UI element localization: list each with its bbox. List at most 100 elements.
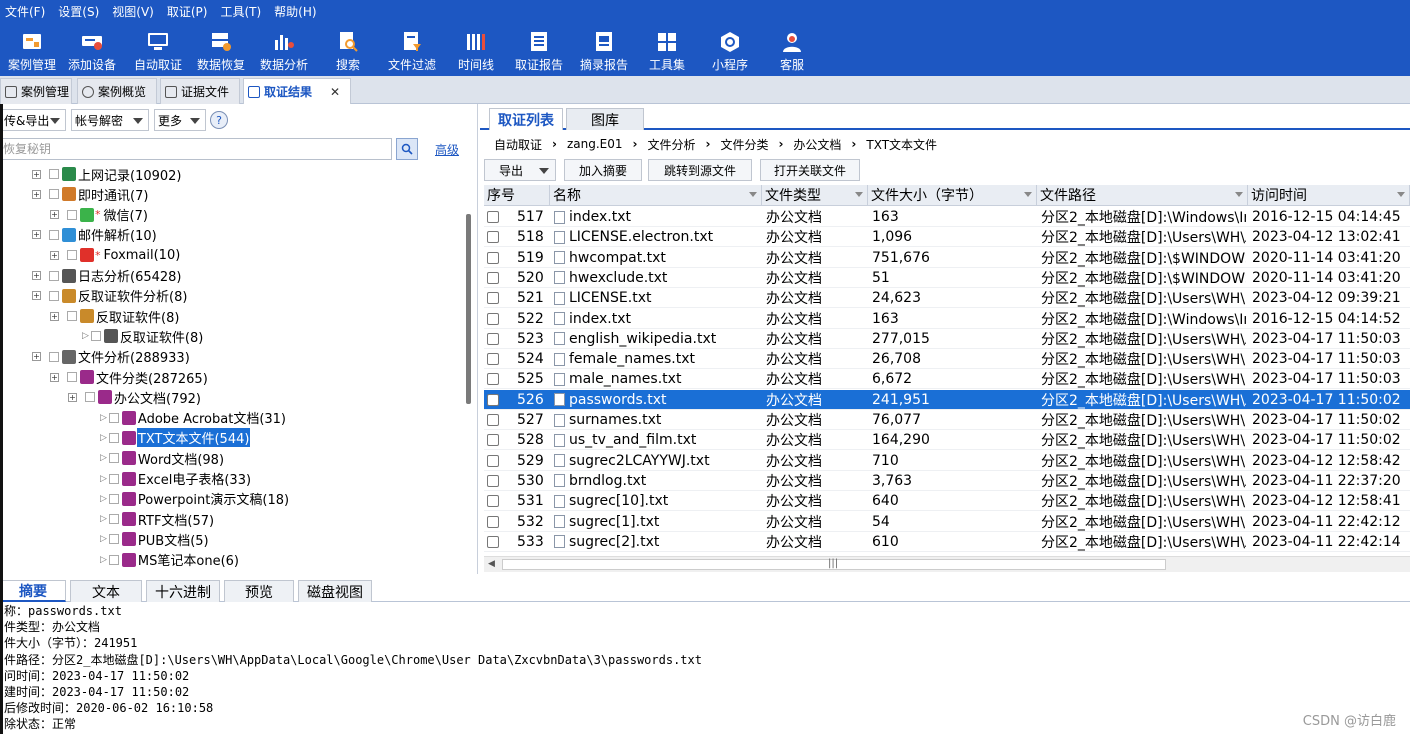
tree-checkbox[interactable] <box>49 270 59 281</box>
expand-icon[interactable]: + <box>32 169 41 179</box>
tree-node[interactable]: + 日志分析(65428) <box>32 266 183 286</box>
row-checkbox[interactable] <box>487 211 499 223</box>
row-checkbox[interactable] <box>487 454 499 467</box>
table-row[interactable]: 523 english_wikipedia.txt 办公文档 277,015 分区2_本… <box>484 329 1410 349</box>
row-checkbox[interactable] <box>487 353 499 366</box>
tree-checkbox[interactable] <box>49 169 59 179</box>
row-checkbox[interactable] <box>487 292 499 305</box>
tab-forensics-list[interactable]: 取证列表 <box>489 108 563 130</box>
tree-search-input[interactable]: 恢复秘钥 <box>0 138 392 160</box>
toolbar-button-mini-program[interactable]: 小程序 <box>698 24 762 76</box>
tab-case-overview[interactable]: 案例概览 <box>77 78 157 104</box>
toolbar-button-search[interactable]: 搜索 <box>316 24 380 76</box>
tree-checkbox[interactable] <box>67 311 77 322</box>
tree-checkbox[interactable] <box>49 229 59 240</box>
toolbar-button-data-recovery[interactable]: 数据恢复 <box>189 24 253 76</box>
detail-tab[interactable]: 文本 <box>70 580 142 602</box>
tree-checkbox[interactable] <box>85 392 95 403</box>
expand-icon[interactable]: + <box>32 352 41 362</box>
menu-view[interactable]: 视图(V) <box>107 0 162 24</box>
row-checkbox[interactable] <box>487 373 499 386</box>
table-row[interactable]: 533 sugrec[2].txt 办公文档 610 分区2_本地磁盘[D]:\User… <box>484 532 1410 552</box>
table-row[interactable]: 524 female_names.txt 办公文档 26,708 分区2_本地磁盘[D]… <box>484 349 1410 370</box>
tree-checkbox[interactable] <box>108 473 119 484</box>
toolbar-button-excerpt-report[interactable]: 摘录报告 <box>572 24 636 76</box>
column-header[interactable]: 文件路径 <box>1037 185 1248 206</box>
expand-icon[interactable]: + <box>32 230 41 240</box>
filter-icon[interactable] <box>749 192 757 197</box>
table-row[interactable]: 517 index.txt 办公文档 163 分区2_本地磁盘[D]:\Windows\… <box>484 207 1410 227</box>
tree-checkbox[interactable] <box>49 351 59 362</box>
scroll-thumb[interactable]: ||| <box>502 558 1166 570</box>
toolbar-button-customer-service[interactable]: 客服 <box>760 24 824 76</box>
filter-icon[interactable] <box>855 192 863 197</box>
filter-icon[interactable] <box>1024 192 1032 197</box>
transfer-export-dropdown[interactable]: 传&导出 <box>0 109 66 131</box>
breadcrumb-item[interactable]: TXT文本文件 <box>866 136 937 153</box>
column-header[interactable]: 文件类型 <box>762 185 868 206</box>
expand-icon[interactable]: + <box>32 189 41 199</box>
column-header[interactable]: 文件大小（字节） <box>868 185 1037 206</box>
toolbar-button-add-device[interactable]: 添加设备 <box>60 24 124 76</box>
tab-gallery[interactable]: 图库 <box>566 108 644 130</box>
toolbar-button-data-analysis[interactable]: 数据分析 <box>252 24 316 76</box>
tree-node[interactable]: ▷ Adobe Acrobat文档(31) <box>100 408 287 428</box>
tree-node[interactable]: + 文件分析(288933) <box>32 347 191 367</box>
table-row[interactable]: 527 surnames.txt 办公文档 76,077 分区2_本地磁盘[D]:\Us… <box>484 410 1410 430</box>
row-checkbox[interactable] <box>487 495 499 508</box>
tree-checkbox[interactable] <box>49 290 59 301</box>
expand-icon[interactable]: + <box>68 392 77 402</box>
expand-icon[interactable]: + <box>32 271 41 280</box>
expand-icon[interactable]: + <box>50 250 59 260</box>
export-dropdown[interactable]: 导出 <box>484 159 556 181</box>
toolbar-button-toolset[interactable]: 工具集 <box>635 24 699 76</box>
table-row[interactable]: 518 LICENSE.electron.txt 办公文档 1,096 分区2_本地磁盘… <box>484 227 1410 248</box>
menu-help[interactable]: 帮助(H) <box>269 0 324 24</box>
table-row[interactable]: 532 sugrec[1].txt 办公文档 54 分区2_本地磁盘[D]:\Users… <box>484 512 1410 532</box>
table-row[interactable]: 531 sugrec[10].txt 办公文档 640 分区2_本地磁盘[D]:\Use… <box>484 491 1410 512</box>
row-checkbox[interactable] <box>487 251 499 264</box>
tree-checkbox[interactable] <box>49 189 59 200</box>
tab-forensics-results[interactable]: 取证结果 ✕ <box>243 78 351 104</box>
row-checkbox[interactable] <box>487 312 499 325</box>
tree-node[interactable]: ▷ RTF文档(57) <box>100 509 215 529</box>
tree-checkbox[interactable] <box>67 372 77 382</box>
menu-settings[interactable]: 设置(S) <box>53 0 107 24</box>
tree-node[interactable]: + 文件分类(287265) <box>50 367 209 387</box>
row-checkbox[interactable] <box>487 231 499 244</box>
table-row[interactable]: 529 sugrec2LCAYYWJ.txt 办公文档 710 分区2_本地磁盘[D]:… <box>484 451 1410 471</box>
tree-checkbox[interactable] <box>108 453 119 464</box>
table-row[interactable]: 522 index.txt 办公文档 163 分区2_本地磁盘[D]:\Windows\… <box>484 309 1410 329</box>
breadcrumb-item[interactable]: 办公文档 <box>793 136 841 153</box>
add-excerpt-button[interactable]: 加入摘要 <box>564 159 642 181</box>
close-icon[interactable]: ✕ <box>330 85 340 99</box>
tree-checkbox[interactable] <box>108 412 119 423</box>
toolbar-button-timeline[interactable]: 时间线 <box>444 24 508 76</box>
tab-evidence-files[interactable]: 证据文件 <box>160 78 240 104</box>
tree-checkbox[interactable] <box>108 534 119 545</box>
tree-node[interactable]: + 反取证软件(8) <box>50 306 180 326</box>
row-checkbox[interactable] <box>487 271 499 284</box>
tree-node[interactable]: ▷ TXT文本文件(544) <box>100 428 251 448</box>
table-row[interactable]: 520 hwexclude.txt 办公文档 51 分区2_本地磁盘[D]:\$WIND… <box>484 268 1410 288</box>
expand-icon[interactable]: + <box>32 291 41 301</box>
detail-tab[interactable]: 十六进制 <box>146 580 220 602</box>
breadcrumb-item[interactable]: zang.E01 <box>567 137 623 151</box>
tree-node[interactable]: + 上网记录(10902) <box>32 164 183 184</box>
menu-tools[interactable]: 工具(T) <box>215 0 269 24</box>
row-checkbox[interactable] <box>487 434 499 447</box>
row-checkbox[interactable] <box>487 332 499 345</box>
row-checkbox[interactable] <box>487 515 499 528</box>
tree-node[interactable]: ▷ MS笔记本one(6) <box>100 550 240 570</box>
tree-node[interactable]: ▷ 反取证软件(8) <box>82 326 204 346</box>
tree-checkbox[interactable] <box>108 493 119 504</box>
column-header[interactable]: 序号 <box>484 185 550 206</box>
tree-node[interactable]: + * 微信(7) <box>50 205 149 225</box>
table-horizontal-scrollbar[interactable]: ◀ ||| <box>484 556 1410 572</box>
expand-icon[interactable]: + <box>50 372 59 382</box>
menu-forensics[interactable]: 取证(P) <box>162 0 216 24</box>
tree-node[interactable]: + 即时通讯(7) <box>32 184 149 204</box>
tree-scrollbar[interactable] <box>466 214 471 404</box>
breadcrumb-item[interactable]: 文件分析 <box>647 136 695 153</box>
tree-node[interactable]: + 办公文档(792) <box>68 387 202 407</box>
